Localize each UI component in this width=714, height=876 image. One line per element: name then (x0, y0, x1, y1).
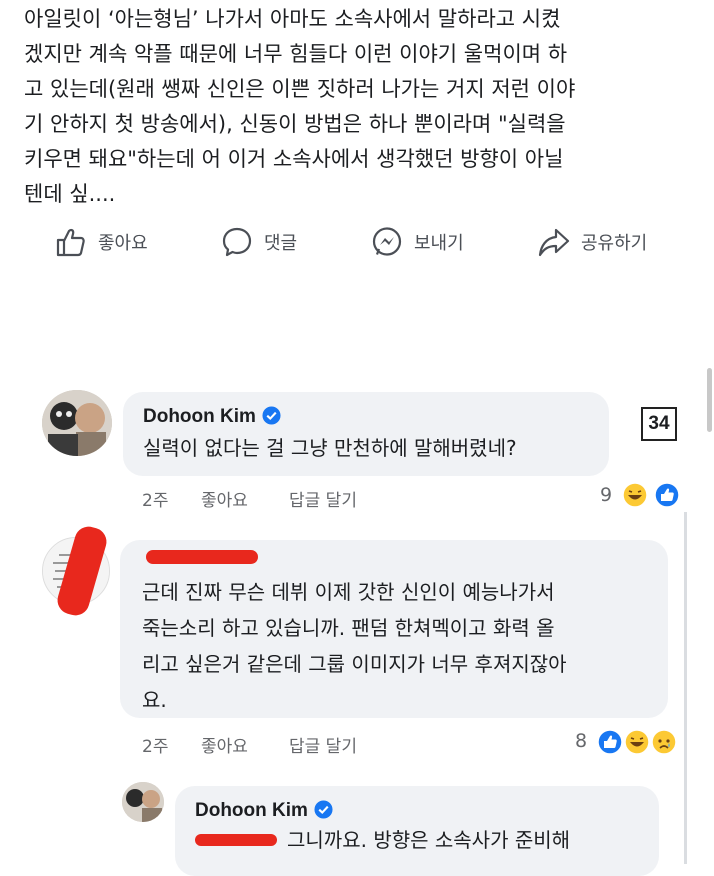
sad-reaction-icon (651, 729, 677, 755)
thread-line (684, 512, 687, 864)
commenter-name-text: Dohoon Kim (143, 406, 256, 427)
comment-line: 요. (142, 688, 167, 712)
comment-like-link[interactable]: 좋아요 (201, 732, 248, 757)
avatar-photo (42, 390, 112, 456)
post-action-bar: 좋아요 댓글 보내기 공유하기 (0, 222, 714, 262)
reaction-count[interactable]: 8 (575, 730, 587, 752)
like-reaction-icon (597, 729, 623, 755)
share-icon (538, 228, 570, 257)
like-button[interactable]: 좋아요 (54, 222, 148, 262)
comment-icon (222, 227, 252, 257)
comment-line: 죽는소리 하고 있습니까. 팬덤 한쳐멕이고 화력 올 (142, 616, 555, 640)
redaction-mark (146, 550, 258, 564)
share-button[interactable]: 공유하기 (537, 222, 647, 262)
messenger-icon (372, 227, 402, 256)
comment-line: 근데 진짜 무슨 데뷔 이제 갓한 신인이 예능나가서 (142, 580, 555, 604)
post-line: 겠지만 계속 악플 때문에 너무 힘들다 이런 이야기 울먹이며 하 (24, 42, 568, 66)
thumbs-up-icon (56, 228, 85, 257)
avatar[interactable] (42, 390, 112, 456)
comment-line: 실력이 없다는 걸 그냥 만천하에 말해버렸네? (143, 436, 517, 460)
comment-bubble: Dohoon Kim 그니까요. 방향은 소속사가 준비해 (175, 786, 659, 876)
comment-text: 실력이 없다는 걸 그냥 만천하에 말해버렸네? (143, 430, 517, 466)
post-line: 키우면 돼요"하는데 어 이거 소속사에서 생각했던 방향이 아닐 (24, 147, 564, 171)
commenter-name[interactable]: Dohoon Kim (195, 800, 333, 822)
comment-timestamp[interactable]: 2주 (142, 732, 168, 757)
haha-reaction-icon (622, 482, 648, 508)
number-badge: 34 (641, 407, 677, 441)
like-label: 좋아요 (98, 233, 148, 254)
send-label: 보내기 (414, 233, 464, 254)
commenter-name-text: Dohoon Kim (195, 800, 308, 821)
like-reaction-icon (654, 482, 680, 508)
scrollbar[interactable] (707, 368, 712, 432)
comment-reply-link[interactable]: 답글 달기 (289, 486, 357, 511)
send-button[interactable]: 보내기 (370, 222, 464, 262)
redaction-mark (195, 834, 277, 846)
comment-reply-link[interactable]: 답글 달기 (289, 732, 357, 757)
comment-text: 근데 진짜 무슨 데뷔 이제 갓한 신인이 예능나가서 죽는소리 하고 있습니까… (142, 574, 567, 718)
post-line: 텐데 싶.... (24, 182, 116, 206)
post-body: 아일릿이 ‘아는형님’ 나가서 아마도 소속사에서 말하라고 시켰 겠지만 계속… (24, 2, 690, 212)
post-line: 고 있는데(원래 쌩짜 신인은 이쁜 짓하러 나가는 거지 저런 이야 (24, 77, 576, 101)
share-label: 공유하기 (581, 233, 648, 254)
comment-line: 리고 싶은거 같은데 그룹 이미지가 너무 후져지잖아 (142, 652, 567, 676)
comment-label: 댓글 (264, 233, 298, 254)
comment-timestamp[interactable]: 2주 (142, 486, 168, 511)
comment-like-link[interactable]: 좋아요 (201, 486, 248, 511)
comment-bubble: 근데 진짜 무슨 데뷔 이제 갓한 신인이 예능나가서 죽는소리 하고 있습니까… (120, 540, 668, 718)
commenter-name[interactable]: Dohoon Kim (143, 406, 281, 428)
reaction-count[interactable]: 9 (600, 484, 612, 506)
comment-text: 그니까요. 방향은 소속사가 준비해 (287, 822, 570, 858)
avatar[interactable] (122, 782, 164, 822)
comment-meta: 2주 좋아요 답글 달기 (142, 486, 442, 511)
comment-line: 그니까요. 방향은 소속사가 준비해 (287, 828, 571, 852)
haha-reaction-icon (624, 729, 650, 755)
post-line: 아일릿이 ‘아는형님’ 나가서 아마도 소속사에서 말하라고 시켰 (24, 7, 561, 31)
verified-badge-icon (262, 406, 281, 425)
post-line: 기 안하지 첫 방송에서), 신동이 방법은 하나 뿐이라며 "실력을 (24, 112, 566, 136)
comment-bubble: Dohoon Kim 실력이 없다는 걸 그냥 만천하에 말해버렸네? (123, 392, 609, 476)
comment-meta: 2주 좋아요 답글 달기 (142, 732, 442, 757)
avatar-photo (122, 782, 164, 822)
verified-badge-icon (314, 800, 333, 819)
comment-button[interactable]: 댓글 (220, 222, 297, 262)
